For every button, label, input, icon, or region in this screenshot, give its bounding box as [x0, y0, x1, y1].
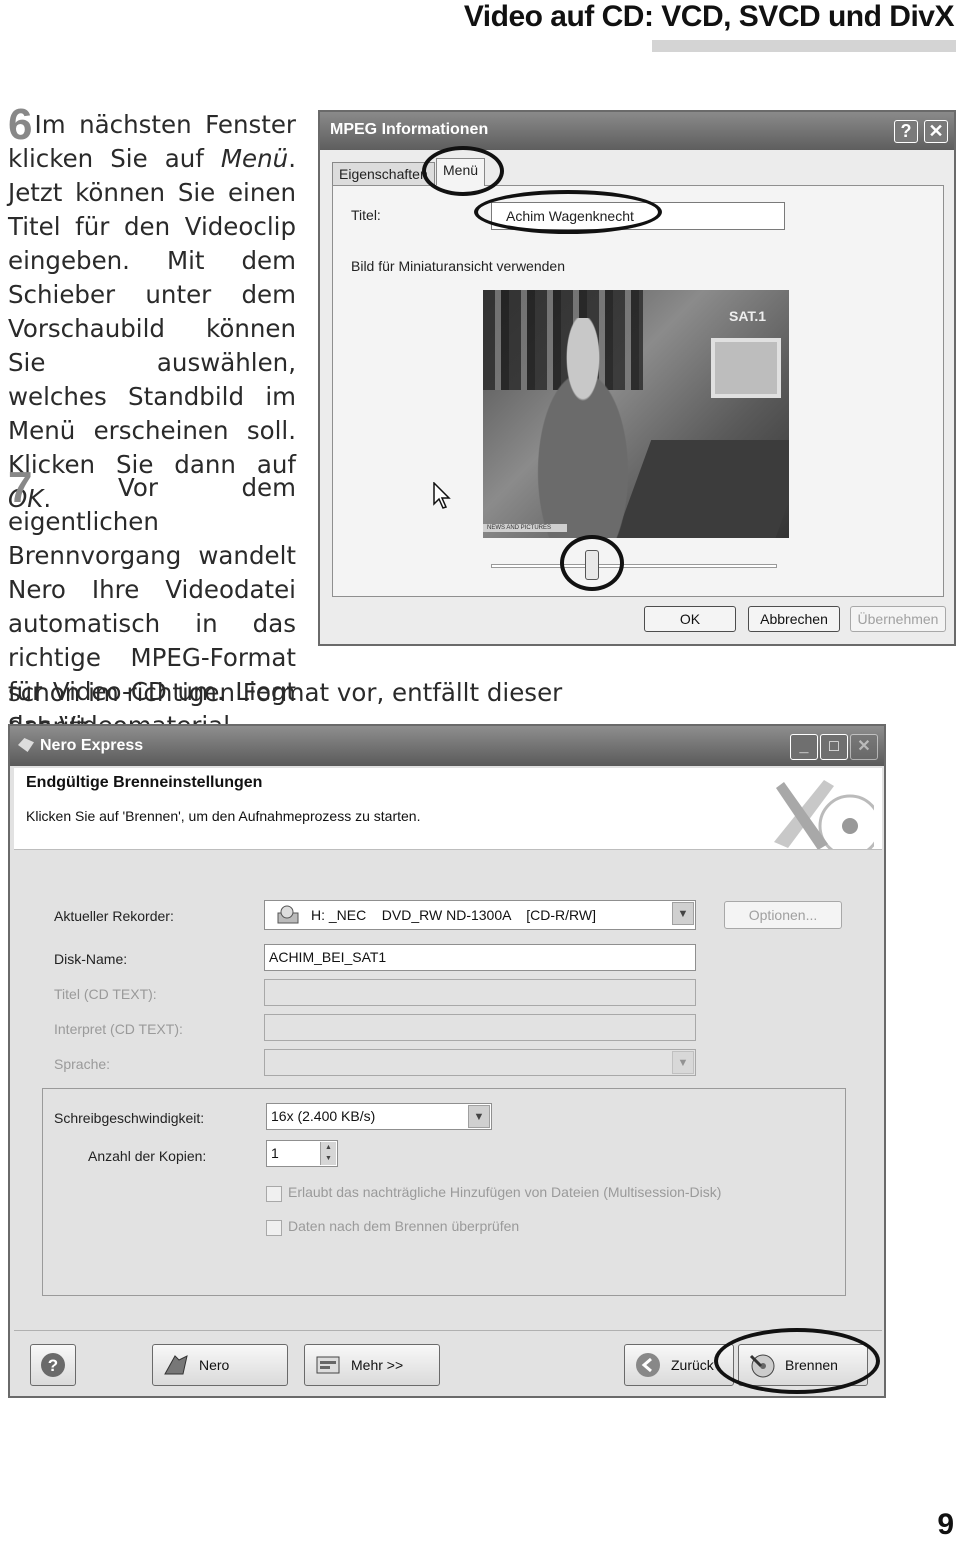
dialog-title: MPEG Informationen [330, 121, 489, 138]
copies-stepper[interactable]: 1 ▲ ▼ [266, 1140, 338, 1167]
wizard-subtitle: Klicken Sie auf 'Brennen', um den Aufnah… [26, 808, 421, 824]
back-button-label: Zurück [671, 1357, 714, 1373]
dialog-title: Nero Express [40, 737, 144, 754]
nero-x-logo-icon [774, 780, 874, 849]
close-button[interactable]: ✕ [850, 734, 878, 760]
options-button[interactable]: Optionen... [724, 901, 842, 929]
dialog-titlebar: Nero Express _ □ ✕ [10, 726, 884, 766]
nero-button-label: Nero [199, 1357, 230, 1373]
wizard-header: Endgültige Brenneinstellungen Klicken Si… [14, 768, 882, 850]
nero-button[interactable]: Nero [152, 1344, 288, 1386]
verify-checkbox[interactable] [266, 1220, 282, 1236]
header-rule [652, 40, 956, 52]
more-button-label: Mehr >> [351, 1357, 404, 1373]
video-preview: SAT.1 NEWS AND PICTURES [483, 290, 789, 538]
multisession-label: Erlaubt das nachträgliche Hinzufügen von… [288, 1184, 722, 1200]
step-number: 7 [8, 463, 33, 512]
page-number: 9 [937, 1508, 954, 1541]
cd-text-artist-input[interactable] [264, 1014, 696, 1041]
step-number: 6 [8, 100, 33, 149]
svg-text:?: ? [48, 1356, 58, 1375]
step-6-paragraph: 6Im nächsten Fenster klicken Sie auf Men… [8, 103, 296, 516]
frame-slider-thumb[interactable] [585, 550, 599, 580]
cd-text-title-label: Titel (CD TEXT): [54, 986, 157, 1002]
back-arrow-icon [636, 1353, 660, 1377]
footer-divider [14, 1330, 882, 1331]
person-image [513, 318, 653, 538]
cancel-button[interactable]: Abbrechen [748, 606, 840, 632]
maximize-button[interactable]: □ [820, 734, 848, 760]
burn-disc-icon [749, 1354, 775, 1378]
nero-app-icon [18, 738, 34, 752]
recorder-value: H: _NEC DVD_RW ND-1300A [CD-R/RW] [311, 907, 596, 923]
step-emphasis: Menü [220, 144, 289, 173]
mouse-cursor-icon [433, 482, 451, 509]
cd-text-title-input[interactable] [264, 979, 696, 1006]
tab-panel: Titel: Achim Wagenknecht Bild für Miniat… [332, 185, 944, 597]
copies-label: Anzahl der Kopien: [88, 1148, 207, 1164]
back-button[interactable]: Zurück [624, 1344, 734, 1386]
multisession-checkbox[interactable] [266, 1186, 282, 1202]
step-text: . Jetzt können Sie einen Titel für den V… [8, 144, 296, 479]
tab-eigenschaften[interactable]: Eigenschaften [332, 162, 435, 186]
language-select[interactable]: ▼ [264, 1049, 696, 1076]
settings-panel-icon [316, 1356, 340, 1374]
chevron-down-icon[interactable]: ▼ [672, 1051, 694, 1074]
frame-slider-track[interactable] [491, 564, 777, 568]
chevron-down-icon[interactable]: ▼ [468, 1105, 490, 1128]
recorder-select[interactable]: H: _NEC DVD_RW ND-1300A [CD-R/RW] ▼ [264, 900, 696, 930]
burn-button[interactable]: Brennen [738, 1344, 868, 1386]
thumbnail-label: Bild für Miniaturansicht verwenden [351, 258, 565, 274]
titel-input[interactable]: Achim Wagenknecht [491, 202, 785, 230]
wizard-title: Endgültige Brenneinstellungen [26, 774, 263, 791]
burn-button-label: Brennen [785, 1357, 838, 1373]
close-button[interactable]: ✕ [924, 120, 948, 143]
mpeg-info-dialog: MPEG Informationen ? ✕ Eigenschaften Men… [318, 110, 956, 646]
write-speed-select[interactable]: 16x (2.400 KB/s) ▼ [266, 1103, 492, 1130]
monitor-image [711, 338, 781, 398]
news-strip: NEWS AND PICTURES [483, 524, 567, 532]
more-button[interactable]: Mehr >> [304, 1344, 440, 1386]
language-label: Sprache: [54, 1056, 111, 1072]
ok-button[interactable]: OK [644, 606, 736, 632]
recorder-label: Aktueller Rekorder: [54, 908, 174, 924]
disk-name-input[interactable]: ACHIM_BEI_SAT1 [264, 944, 696, 971]
help-button[interactable]: ? [30, 1344, 76, 1386]
cd-text-artist-label: Interpret (CD TEXT): [54, 1021, 183, 1037]
nero-logo-icon [164, 1355, 188, 1375]
copies-value: 1 [271, 1145, 279, 1161]
write-speed-label: Schreibgeschwindigkeit: [54, 1110, 205, 1126]
nero-express-dialog: Nero Express _ □ ✕ Endgültige Brenneinst… [8, 724, 886, 1398]
help-icon: ? [41, 1353, 65, 1377]
titel-label: Titel: [351, 207, 381, 223]
dialog-titlebar: MPEG Informationen ? ✕ [320, 112, 954, 150]
help-button[interactable]: ? [894, 120, 918, 143]
minimize-button[interactable]: _ [790, 734, 818, 760]
disk-name-label: Disk-Name: [54, 951, 128, 967]
spinner-arrows-icon[interactable]: ▲ ▼ [320, 1142, 336, 1165]
chevron-down-icon[interactable]: ▼ [672, 902, 694, 925]
drive-icon [277, 905, 299, 924]
tab-menue[interactable]: Menü [436, 158, 486, 186]
chapter-title: Video auf CD: VCD, SVCD und DivX [463, 0, 955, 33]
verify-label: Daten nach dem Brennen überprüfen [288, 1218, 520, 1234]
channel-logo: SAT.1 [729, 308, 767, 324]
apply-button[interactable]: Übernehmen [850, 606, 946, 632]
write-speed-value: 16x (2.400 KB/s) [271, 1108, 376, 1124]
